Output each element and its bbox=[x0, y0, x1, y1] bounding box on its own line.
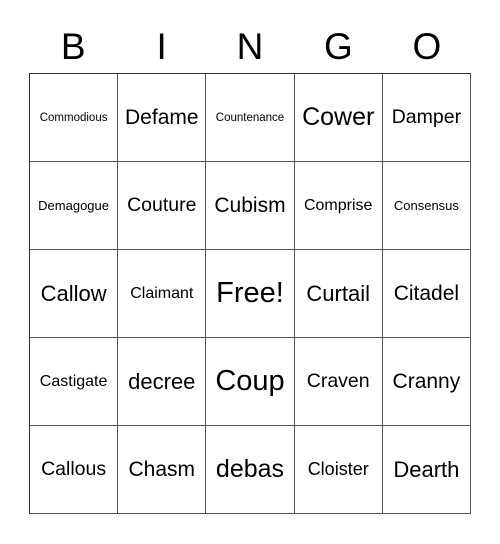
header-letter-n: N bbox=[236, 26, 264, 67]
bingo-cell[interactable]: Claimant bbox=[118, 250, 207, 338]
bingo-cell[interactable]: Countenance bbox=[206, 74, 295, 162]
bingo-cell[interactable]: Cranny bbox=[382, 338, 471, 426]
bingo-cell[interactable]: Chasm bbox=[118, 426, 207, 514]
bingo-header: B I N G O bbox=[29, 22, 471, 72]
header-letter-g: G bbox=[324, 26, 353, 67]
bingo-cell[interactable]: Citadel bbox=[382, 250, 471, 338]
bingo-cell[interactable]: Callow bbox=[30, 250, 119, 338]
header-letter-i: I bbox=[156, 26, 167, 67]
bingo-cell[interactable]: Cubism bbox=[206, 162, 295, 250]
bingo-cell[interactable]: Comprise bbox=[294, 162, 383, 250]
bingo-cell[interactable]: Callous bbox=[30, 426, 119, 514]
bingo-cell[interactable]: Dearth bbox=[382, 426, 471, 514]
header-letter-o: O bbox=[412, 26, 442, 67]
bingo-cell[interactable]: debas bbox=[206, 426, 295, 514]
bingo-grid: Commodious Defame Countenance Cower Damp… bbox=[29, 73, 471, 514]
bingo-cell[interactable]: Cower bbox=[294, 74, 383, 162]
free-space-cell[interactable]: Free! bbox=[206, 250, 295, 338]
header-letter-b: B bbox=[60, 26, 86, 67]
bingo-cell[interactable]: Curtail bbox=[294, 250, 383, 338]
bingo-cell[interactable]: Couture bbox=[118, 162, 207, 250]
bingo-cell[interactable]: Coup bbox=[206, 338, 295, 426]
bingo-cell[interactable]: Demagogue bbox=[30, 162, 119, 250]
bingo-cell[interactable]: Cloister bbox=[294, 426, 383, 514]
bingo-cell[interactable]: Craven bbox=[294, 338, 383, 426]
bingo-cell[interactable]: Commodious bbox=[30, 74, 119, 162]
bingo-cell[interactable]: Damper bbox=[382, 74, 471, 162]
bingo-cell[interactable]: decree bbox=[118, 338, 207, 426]
bingo-cell[interactable]: Consensus bbox=[382, 162, 471, 250]
bingo-cell[interactable]: Castigate bbox=[30, 338, 119, 426]
bingo-cell[interactable]: Defame bbox=[118, 74, 207, 162]
